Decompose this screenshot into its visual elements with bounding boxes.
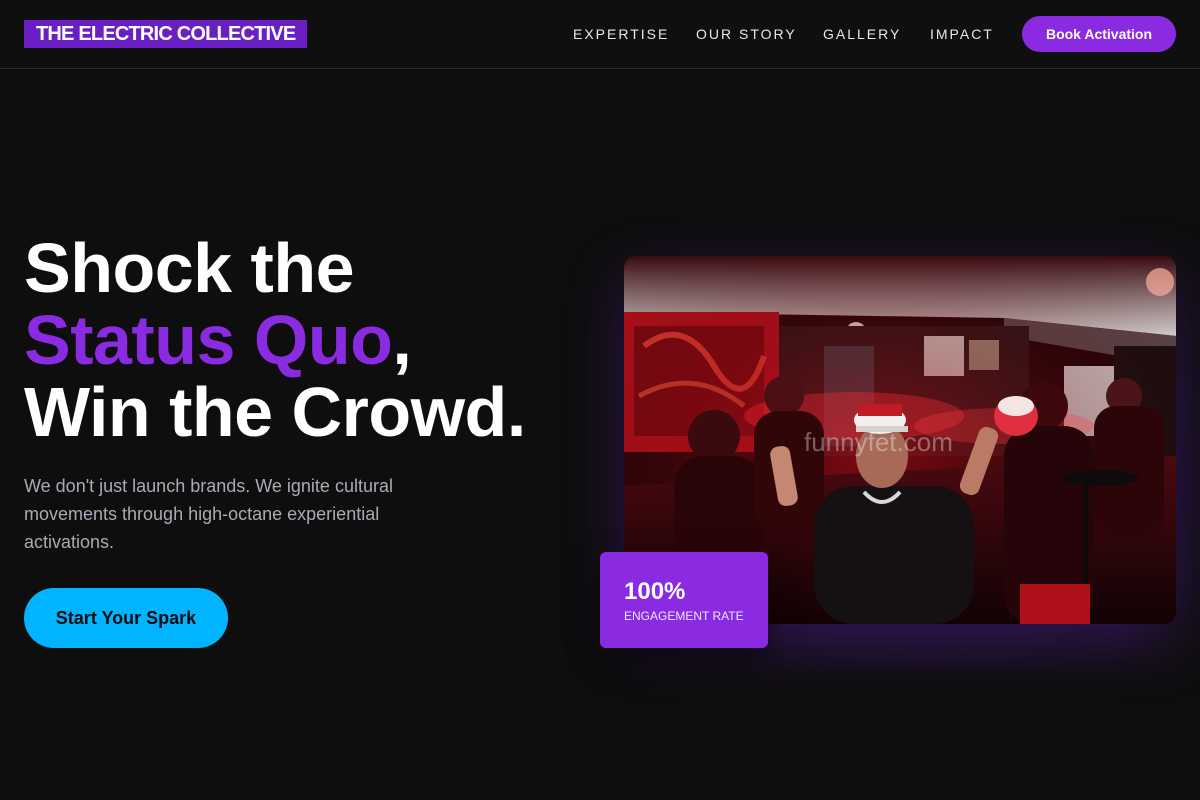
- brand-logo[interactable]: THE ELECTRIC COLLECTIVE: [24, 20, 308, 48]
- headline-line-2: Status Quo,: [24, 304, 584, 376]
- engagement-stat-card: 100% ENGAGEMENT RATE: [600, 552, 768, 648]
- hero-subtext: We don't just launch brands. We ignite c…: [24, 476, 393, 552]
- nav-link-expertise[interactable]: EXPERTISE: [573, 24, 669, 44]
- stat-value: 100%: [624, 578, 686, 605]
- site-header: THE ELECTRIC COLLECTIVE EXPERTISE OUR ST…: [0, 0, 1200, 69]
- start-your-spark-button[interactable]: Start Your Spark: [24, 588, 228, 648]
- photo-watermark: funnyfet.com: [804, 427, 953, 457]
- nav-link-our-story[interactable]: OUR STORY: [696, 24, 797, 44]
- stat-label: ENGAGEMENT RATE: [624, 609, 744, 623]
- book-activation-button[interactable]: Book Activation: [1022, 16, 1176, 52]
- nav-link-gallery[interactable]: GALLERY: [823, 24, 901, 44]
- headline-line-1: Shock the: [24, 229, 355, 307]
- headline-line-3: Win the Crowd.: [24, 373, 526, 451]
- headline-comma: ,: [392, 301, 412, 379]
- headline-accent: Status Quo: [24, 301, 393, 379]
- hero-headline: Shock the Status Quo, Win the Crowd.: [24, 232, 584, 448]
- nav-link-impact[interactable]: IMPACT: [930, 24, 994, 44]
